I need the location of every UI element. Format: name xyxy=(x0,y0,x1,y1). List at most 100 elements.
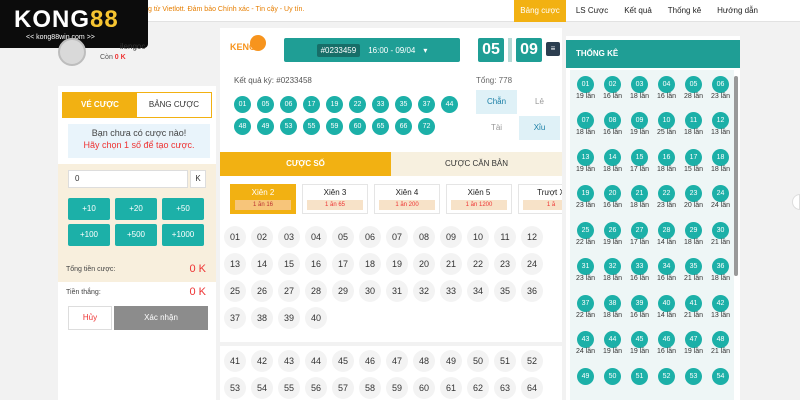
amount-input[interactable]: 0 xyxy=(68,170,188,188)
number-button[interactable]: 12 xyxy=(521,226,543,248)
stat-le: Lẻ xyxy=(519,90,560,114)
number-button[interactable]: 30 xyxy=(359,280,381,302)
number-button[interactable]: 27 xyxy=(278,280,300,302)
number-button[interactable]: 02 xyxy=(251,226,273,248)
number-button[interactable]: 20 xyxy=(413,253,435,275)
chip-50-button[interactable]: +50 xyxy=(162,198,204,220)
number-button[interactable]: 38 xyxy=(251,307,273,329)
number-button[interactable]: 42 xyxy=(251,350,273,372)
number-button[interactable]: 36 xyxy=(521,280,543,302)
number-button[interactable]: 26 xyxy=(251,280,273,302)
bet-type-option[interactable]: Trượt X 1 ă xyxy=(518,184,562,214)
side-toggle-button[interactable] xyxy=(792,194,800,210)
number-button[interactable]: 19 xyxy=(386,253,408,275)
number-button[interactable]: 60 xyxy=(413,377,435,399)
number-button[interactable]: 37 xyxy=(224,307,246,329)
stats-scrollbar[interactable] xyxy=(734,76,738,276)
number-button[interactable]: 11 xyxy=(494,226,516,248)
bet-type-option[interactable]: Xiên 5 1 ăn 1200 xyxy=(446,184,512,214)
bet-type-option[interactable]: Xiên 4 1 ăn 200 xyxy=(374,184,440,214)
number-button[interactable]: 45 xyxy=(332,350,354,372)
number-button[interactable]: 58 xyxy=(359,377,381,399)
tab-bang-cuoc[interactable]: BẢNG CƯỢC xyxy=(137,93,211,117)
tab-cuoc-can-ban[interactable]: CƯỢC CĂN BẢN xyxy=(391,152,562,176)
number-button[interactable]: 33 xyxy=(440,280,462,302)
number-button[interactable]: 64 xyxy=(521,377,543,399)
bet-type-option[interactable]: Xiên 3 1 ăn 65 xyxy=(302,184,368,214)
confirm-button[interactable]: Xác nhận xyxy=(114,306,208,330)
nav-ls-cuoc[interactable]: LS Cược xyxy=(570,0,614,22)
number-button[interactable]: 35 xyxy=(494,280,516,302)
number-button[interactable]: 62 xyxy=(467,377,489,399)
chip-10-button[interactable]: +10 xyxy=(68,198,110,220)
cancel-button[interactable]: Hủy xyxy=(68,306,112,330)
draw-selector[interactable]: #0233459 16:00 - 09/04 ▾ xyxy=(284,38,460,62)
number-button[interactable]: 43 xyxy=(278,350,300,372)
number-button[interactable]: 55 xyxy=(278,377,300,399)
number-button[interactable]: 50 xyxy=(467,350,489,372)
number-button[interactable]: 03 xyxy=(278,226,300,248)
number-button[interactable]: 51 xyxy=(494,350,516,372)
number-button[interactable]: 47 xyxy=(386,350,408,372)
number-button[interactable]: 06 xyxy=(359,226,381,248)
nav-thong-ke[interactable]: Thống kê xyxy=(662,0,707,22)
number-button[interactable]: 01 xyxy=(224,226,246,248)
chip-20-button[interactable]: +20 xyxy=(115,198,157,220)
number-button[interactable]: 41 xyxy=(224,350,246,372)
chip-500-button[interactable]: +500 xyxy=(115,224,157,246)
number-button[interactable]: 56 xyxy=(305,377,327,399)
number-button[interactable]: 23 xyxy=(494,253,516,275)
chip-100-button[interactable]: +100 xyxy=(68,224,110,246)
menu-list-icon[interactable]: ≡ xyxy=(546,42,560,56)
number-button[interactable]: 39 xyxy=(278,307,300,329)
stat-cell: 33 16 lần xyxy=(626,254,653,289)
number-button[interactable]: 08 xyxy=(413,226,435,248)
number-button[interactable]: 13 xyxy=(224,253,246,275)
number-button[interactable]: 16 xyxy=(305,253,327,275)
number-button[interactable]: 25 xyxy=(224,280,246,302)
number-button[interactable]: 44 xyxy=(305,350,327,372)
tab-ve-cuoc[interactable]: VÉ CƯỢC xyxy=(63,93,137,117)
stat-cell: 47 19 lần xyxy=(680,327,707,362)
number-button[interactable]: 31 xyxy=(386,280,408,302)
number-button[interactable]: 32 xyxy=(413,280,435,302)
number-button[interactable]: 54 xyxy=(251,377,273,399)
number-button[interactable]: 21 xyxy=(440,253,462,275)
number-button[interactable]: 14 xyxy=(251,253,273,275)
number-button[interactable]: 40 xyxy=(305,307,327,329)
stat-count: 13 lần xyxy=(710,311,731,319)
number-button[interactable]: 57 xyxy=(332,377,354,399)
nav-bang-cuoc[interactable]: Bảng cược xyxy=(514,0,566,22)
avatar[interactable] xyxy=(58,38,86,66)
number-button[interactable]: 09 xyxy=(440,226,462,248)
number-button[interactable]: 52 xyxy=(521,350,543,372)
number-button[interactable]: 04 xyxy=(305,226,327,248)
number-button[interactable]: 05 xyxy=(332,226,354,248)
number-button[interactable]: 59 xyxy=(386,377,408,399)
number-button[interactable]: 34 xyxy=(467,280,489,302)
bet-type-option[interactable]: Xiên 2 1 ăn 16 xyxy=(230,184,296,214)
stat-count: 18 lần xyxy=(629,93,650,100)
number-button[interactable]: 17 xyxy=(332,253,354,275)
nav-ket-qua[interactable]: Kết quả xyxy=(618,0,658,22)
number-button[interactable]: 10 xyxy=(467,226,489,248)
stat-number: 37 xyxy=(577,294,594,312)
number-button[interactable]: 22 xyxy=(467,253,489,275)
number-button[interactable]: 15 xyxy=(278,253,300,275)
chip-1000-button[interactable]: +1000 xyxy=(162,224,204,246)
tab-cuoc-so[interactable]: CƯỢC SỐ xyxy=(220,152,391,176)
nav-huong-dan[interactable]: Hướng dẫn xyxy=(711,0,764,22)
number-button[interactable]: 24 xyxy=(521,253,543,275)
number-button[interactable]: 63 xyxy=(494,377,516,399)
number-button[interactable]: 53 xyxy=(224,377,246,399)
number-button[interactable]: 49 xyxy=(440,350,462,372)
number-button[interactable]: 46 xyxy=(359,350,381,372)
number-button[interactable]: 18 xyxy=(359,253,381,275)
notice-line-2: Hãy chọn 1 số để tạo cược. xyxy=(83,140,195,150)
number-button[interactable]: 48 xyxy=(413,350,435,372)
number-button[interactable]: 07 xyxy=(386,226,408,248)
number-button[interactable]: 29 xyxy=(332,280,354,302)
number-button[interactable]: 61 xyxy=(440,377,462,399)
number-button[interactable]: 28 xyxy=(305,280,327,302)
user-area: ilengoc Còn 0 K xyxy=(58,30,208,70)
